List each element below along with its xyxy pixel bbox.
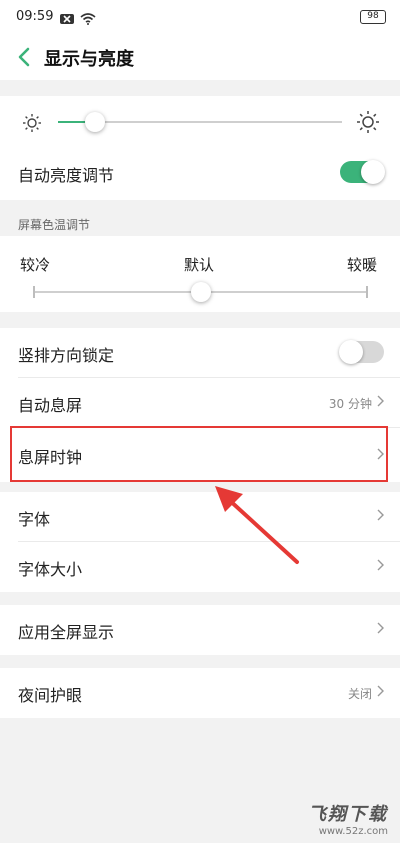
highlight-box [10,426,388,482]
chevron-right-icon [377,395,384,407]
page-title: 显示与亮度 [44,49,134,70]
fullscreen-apps-row[interactable]: 应用全屏显示 [0,605,400,655]
night-eye-label: 夜间护眼 [18,686,83,705]
chevron-right-icon [377,622,384,634]
notification-muted-icon [60,10,74,29]
chevron-right-icon [377,509,384,521]
watermark-sub-text: www.52z.com [318,826,388,837]
color-temp-default-label: 默认 [184,256,215,274]
annotation-arrow-icon [215,486,299,564]
font-size-row[interactable]: 字体大小 [0,542,400,592]
brightness-section: 自动亮度调节 [0,96,400,200]
sun-large-icon [356,110,380,138]
chevron-left-icon [18,47,30,67]
watermark-main-text: 飞翔下载 [308,804,388,825]
color-temp-slider-thumb[interactable] [191,282,211,302]
fullscreen-apps-label: 应用全屏显示 [18,623,115,642]
font-section: 字体 字体大小 [0,492,400,592]
back-button[interactable] [8,40,40,74]
status-time: 09:59 [16,9,54,24]
sun-small-icon [22,113,42,137]
fullscreen-section: 应用全屏显示 [0,605,400,655]
orientation-lock-label: 竖排方向锁定 [18,346,115,365]
color-temp-section-label: 屏幕色温调节 [18,218,91,232]
battery-icon: 98 [360,10,386,24]
status-icons [60,10,96,29]
status-bar: 09:59 98 [0,0,400,36]
color-temp-cold-label: 较冷 [20,256,51,274]
toggle-knob [361,160,385,184]
color-temp-section: 较冷 默认 较暖 [0,236,400,312]
header: 显示与亮度 [0,36,400,80]
auto-brightness-toggle[interactable] [340,160,385,184]
night-section: 夜间护眼 关闭 [0,668,400,718]
font-label: 字体 [18,510,51,529]
watermark-logo: 飞翔下载 www.52z.com [308,800,388,837]
slider-tick-right [366,286,368,298]
font-size-label: 字体大小 [18,560,83,579]
auto-brightness-label: 自动亮度调节 [18,166,115,185]
auto-screen-off-row[interactable]: 自动息屏 30 分钟 [0,378,400,428]
auto-brightness-row[interactable]: 自动亮度调节 [0,148,400,198]
slider-tick-left [33,286,35,298]
font-row[interactable]: 字体 [0,492,400,542]
auto-screen-off-label: 自动息屏 [18,396,83,415]
chevron-right-icon [377,685,384,697]
wifi-icon [80,10,96,29]
chevron-right-icon [377,559,384,571]
brightness-slider-thumb[interactable] [84,112,105,132]
night-eye-row[interactable]: 夜间护眼 关闭 [0,668,400,718]
night-eye-value: 关闭 [347,687,372,701]
brightness-slider-row [0,96,400,148]
toggle-knob [339,340,363,364]
auto-screen-off-value: 30 分钟 [328,397,372,411]
color-temp-warm-label: 较暖 [347,256,378,274]
orientation-lock-toggle[interactable] [339,340,384,364]
orientation-lock-row[interactable]: 竖排方向锁定 [0,328,400,378]
